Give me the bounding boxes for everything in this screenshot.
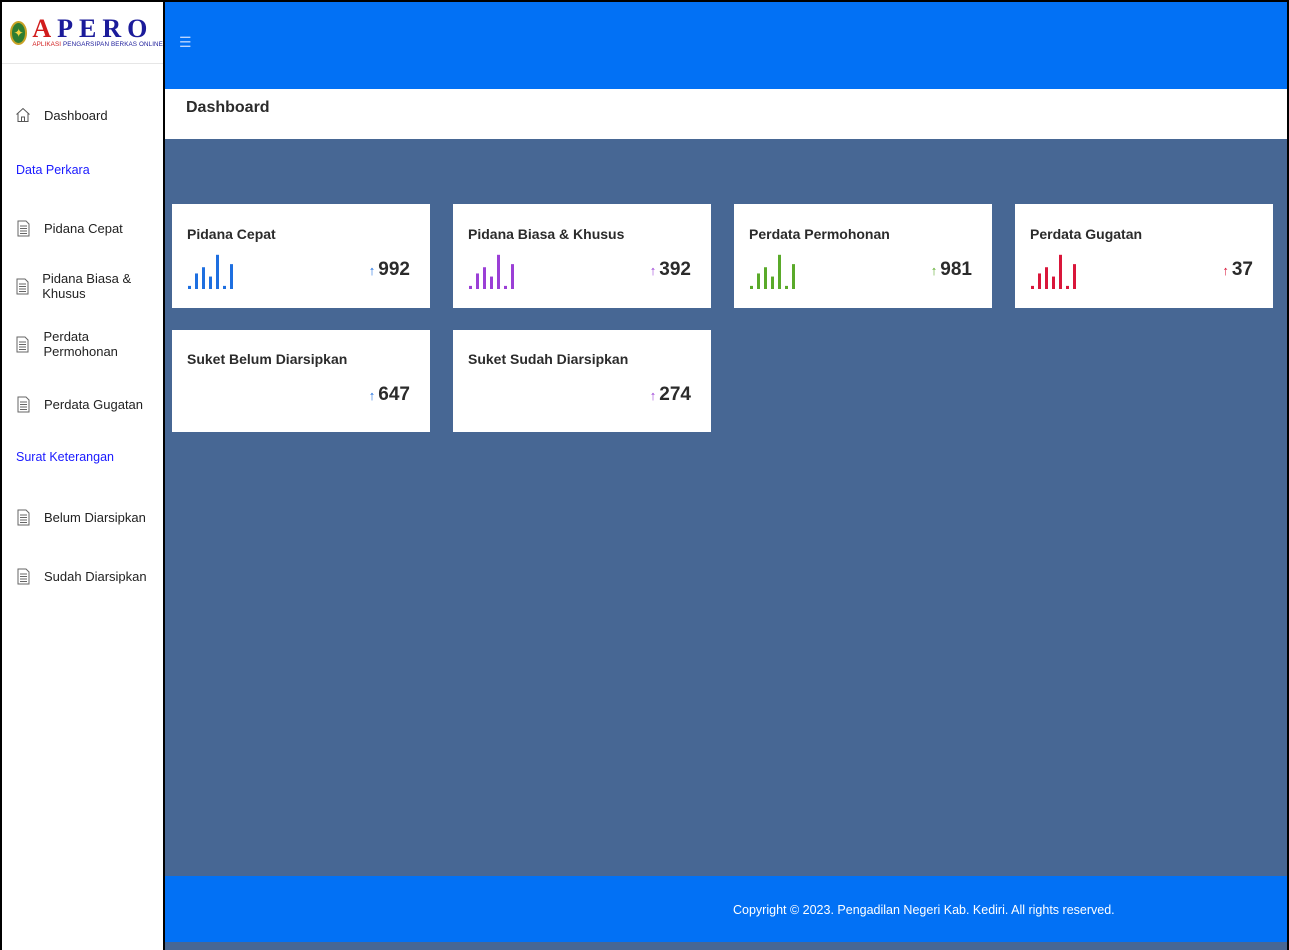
sparkline-bar: [771, 276, 774, 289]
sparkline-bar: [497, 254, 500, 289]
hamburger-icon[interactable]: ☰: [179, 34, 192, 51]
sparkline-chart: [750, 254, 795, 289]
document-icon: [15, 508, 31, 526]
arrow-up-icon: ↑: [368, 262, 376, 278]
stat-card-suket-sudah-diarsipkan[interactable]: Suket Sudah Diarsipkan ↑ 274: [453, 330, 711, 432]
arrow-up-icon: ↑: [649, 262, 657, 278]
stat-card-perdata-gugatan[interactable]: Perdata Gugatan ↑ 37: [1015, 204, 1273, 308]
sidebar-item-label: Pidana Cepat: [44, 220, 123, 236]
sidebar-item-sudah-diarsipkan[interactable]: Sudah Diarsipkan: [2, 561, 147, 591]
document-icon: [15, 277, 29, 295]
footer-copyright: Copyright © 2023. Pengadilan Negeri Kab.…: [733, 903, 1115, 917]
card-value-number: 647: [378, 384, 410, 405]
card-value: ↑ 392: [650, 259, 691, 281]
card-value-number: 37: [1231, 259, 1253, 280]
sidebar-item-label: Perdata Permohonan: [43, 329, 118, 359]
stat-card-pidana-biasa-khusus[interactable]: Pidana Biasa & Khusus ↑ 392: [453, 204, 711, 308]
sparkline-bar: [1052, 276, 1055, 289]
sparkline-bar: [792, 264, 795, 289]
document-icon: [15, 335, 30, 353]
sparkline-bar: [490, 276, 493, 289]
sidebar-item-dashboard[interactable]: Dashboard: [2, 100, 108, 130]
sidebar: ✦ APERO APLIKASI PENGARSIPAN BERKAS ONLI…: [2, 2, 165, 950]
sparkline-bar: [195, 273, 198, 289]
sidebar-item-perdata-gugatan[interactable]: Perdata Gugatan: [2, 389, 143, 419]
card-value: ↑ 992: [369, 259, 410, 281]
sparkline-bar: [476, 273, 479, 289]
card-value-number: 992: [378, 259, 410, 280]
sidebar-item-label: Pidana Biasa & Khusus: [42, 271, 132, 301]
sparkline-bar: [1038, 273, 1041, 289]
card-value-number: 981: [940, 259, 972, 280]
stat-card-perdata-permohonan[interactable]: Perdata Permohonan ↑ 981: [734, 204, 992, 308]
card-title: Perdata Gugatan: [1030, 226, 1143, 242]
app-frame: ✦ APERO APLIKASI PENGARSIPAN BERKAS ONLI…: [0, 0, 1289, 950]
home-icon: [15, 106, 31, 124]
sidebar-item-pidana-cepat[interactable]: Pidana Cepat: [2, 213, 123, 243]
sparkline-bar: [511, 264, 514, 289]
sparkline-bar: [1031, 285, 1034, 289]
sparkline-bar: [223, 285, 226, 289]
sparkline-bar: [469, 285, 472, 289]
document-icon: [15, 567, 31, 585]
arrow-up-icon: ↑: [649, 387, 657, 403]
sparkline-bar: [757, 273, 760, 289]
sparkline-bar: [778, 254, 781, 289]
stat-card-suket-belum-diarsipkan[interactable]: Suket Belum Diarsipkan ↑ 647: [172, 330, 430, 432]
sparkline-bar: [1045, 267, 1048, 289]
arrow-up-icon: ↑: [930, 262, 938, 278]
court-emblem-icon: ✦: [10, 20, 28, 45]
sparkline-chart: [469, 254, 514, 289]
top-navbar: ☰: [165, 2, 1287, 89]
sparkline-bar: [1059, 254, 1062, 289]
logo-title: APERO: [32, 14, 154, 43]
card-title: Suket Sudah Diarsipkan: [468, 351, 629, 367]
app-logo[interactable]: ✦ APERO APLIKASI PENGARSIPAN BERKAS ONLI…: [2, 2, 163, 64]
card-value: ↑ 647: [369, 384, 410, 406]
sidebar-item-label: Belum Diarsipkan: [44, 509, 146, 525]
sparkline-bar: [216, 254, 219, 289]
page-header: Dashboard: [172, 89, 1287, 139]
logo-text: APERO APLIKASI PENGARSIPAN BERKAS ONLINE: [32, 14, 163, 49]
sparkline-bar: [1066, 285, 1069, 289]
card-value: ↑ 981: [931, 259, 972, 281]
card-title: Perdata Permohonan: [749, 226, 890, 242]
sparkline-bar: [188, 285, 191, 289]
stat-card-pidana-cepat[interactable]: Pidana Cepat ↑ 992: [172, 204, 430, 308]
sidebar-item-pidana-biasa-khusus[interactable]: Pidana Biasa & Khusus: [2, 271, 163, 301]
sidebar-item-label: Dashboard: [44, 107, 108, 123]
card-value: ↑ 274: [650, 384, 691, 406]
sparkline-chart: [188, 254, 233, 289]
card-value-number: 392: [659, 259, 691, 280]
card-value: ↑ 37: [1222, 259, 1253, 281]
sparkline-bar: [209, 276, 212, 289]
sparkline-bar: [504, 285, 507, 289]
sidebar-item-label: Sudah Diarsipkan: [44, 568, 147, 584]
card-title: Pidana Cepat: [187, 226, 276, 242]
sparkline-bar: [483, 267, 486, 289]
footer-strip: [165, 942, 1287, 950]
sidebar-section-data-perkara: Data Perkara: [16, 163, 90, 177]
sparkline-chart: [1031, 254, 1076, 289]
sidebar-section-surat-keterangan: Surat Keterangan: [16, 450, 114, 464]
sidebar-item-label: Perdata Gugatan: [44, 396, 144, 412]
sparkline-bar: [202, 267, 205, 289]
sparkline-bar: [785, 285, 788, 289]
sidebar-item-perdata-permohonan[interactable]: Perdata Permohonan: [2, 329, 163, 359]
page-title: Dashboard: [186, 99, 270, 116]
document-icon: [15, 219, 31, 237]
arrow-up-icon: ↑: [368, 387, 376, 403]
card-title: Pidana Biasa & Khusus: [468, 226, 625, 242]
logo-subtitle: APLIKASI PENGARSIPAN BERKAS ONLINE: [32, 41, 163, 48]
arrow-up-icon: ↑: [1222, 262, 1229, 278]
sparkline-bar: [1073, 264, 1076, 289]
sparkline-bar: [764, 267, 767, 289]
card-value-number: 274: [659, 384, 691, 405]
sparkline-bar: [230, 264, 233, 289]
footer: Copyright © 2023. Pengadilan Negeri Kab.…: [165, 876, 1287, 942]
card-title: Suket Belum Diarsipkan: [187, 351, 348, 367]
document-icon: [15, 395, 31, 413]
sidebar-item-belum-diarsipkan[interactable]: Belum Diarsipkan: [2, 502, 146, 532]
sparkline-bar: [750, 285, 753, 289]
